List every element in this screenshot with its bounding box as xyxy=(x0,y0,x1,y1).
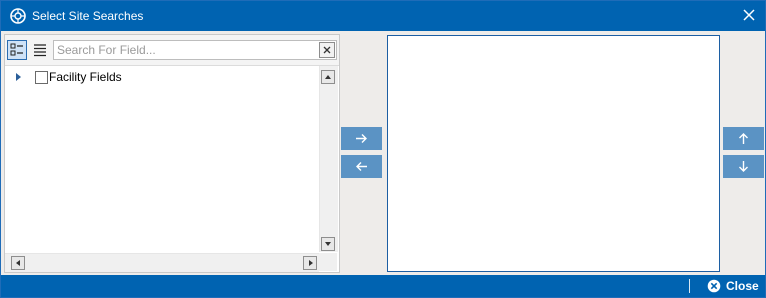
arrow-right-icon xyxy=(356,134,367,143)
tree-view-button[interactable] xyxy=(7,40,27,60)
arrow-left-icon xyxy=(356,162,367,171)
scroll-down-icon xyxy=(325,242,331,246)
tree-view-icon xyxy=(10,43,23,56)
scroll-right-button[interactable] xyxy=(303,256,317,270)
add-field-button[interactable] xyxy=(341,127,382,150)
move-down-button[interactable] xyxy=(723,155,764,178)
list-view-button[interactable] xyxy=(30,40,50,60)
footer-divider xyxy=(689,279,690,293)
arrow-up-icon xyxy=(739,133,748,144)
search-box xyxy=(53,40,337,60)
close-icon[interactable] xyxy=(741,7,757,23)
field-tree: Facility Fields xyxy=(5,66,319,252)
close-circle-icon xyxy=(707,279,721,293)
node-label: Facility Fields xyxy=(49,70,122,84)
horizontal-scrollbar[interactable] xyxy=(5,253,319,272)
footer-bar: Close xyxy=(1,275,765,297)
clear-search-button[interactable] xyxy=(319,42,335,58)
tree-node-facility-fields[interactable]: Facility Fields xyxy=(5,70,305,86)
selected-fields-list[interactable] xyxy=(387,35,720,272)
window-title: Select Site Searches xyxy=(32,9,144,23)
scroll-left-button[interactable] xyxy=(11,256,25,270)
scroll-left-icon xyxy=(16,260,20,266)
node-checkbox[interactable] xyxy=(35,71,48,84)
scroll-down-button[interactable] xyxy=(321,237,335,251)
clear-icon xyxy=(323,46,331,54)
expand-arrow-icon[interactable] xyxy=(16,73,21,81)
available-fields-panel: Facility Fields xyxy=(4,34,340,273)
arrow-down-icon xyxy=(739,161,748,172)
scroll-up-button[interactable] xyxy=(321,70,335,84)
scroll-right-icon xyxy=(309,260,313,266)
scrollbar-corner xyxy=(319,253,337,271)
move-up-button[interactable] xyxy=(723,127,764,150)
search-input[interactable] xyxy=(57,43,317,57)
select-site-searches-dialog: Select Site Searches Search For Field...… xyxy=(0,0,766,298)
app-logo-icon xyxy=(10,8,26,24)
scroll-up-icon xyxy=(325,75,331,79)
remove-field-button[interactable] xyxy=(341,155,382,178)
vertical-scrollbar[interactable] xyxy=(319,66,338,252)
field-toolbar xyxy=(5,35,339,66)
title-bar: Select Site Searches xyxy=(1,1,765,31)
list-view-icon xyxy=(34,44,46,57)
close-label: Close xyxy=(726,279,759,293)
